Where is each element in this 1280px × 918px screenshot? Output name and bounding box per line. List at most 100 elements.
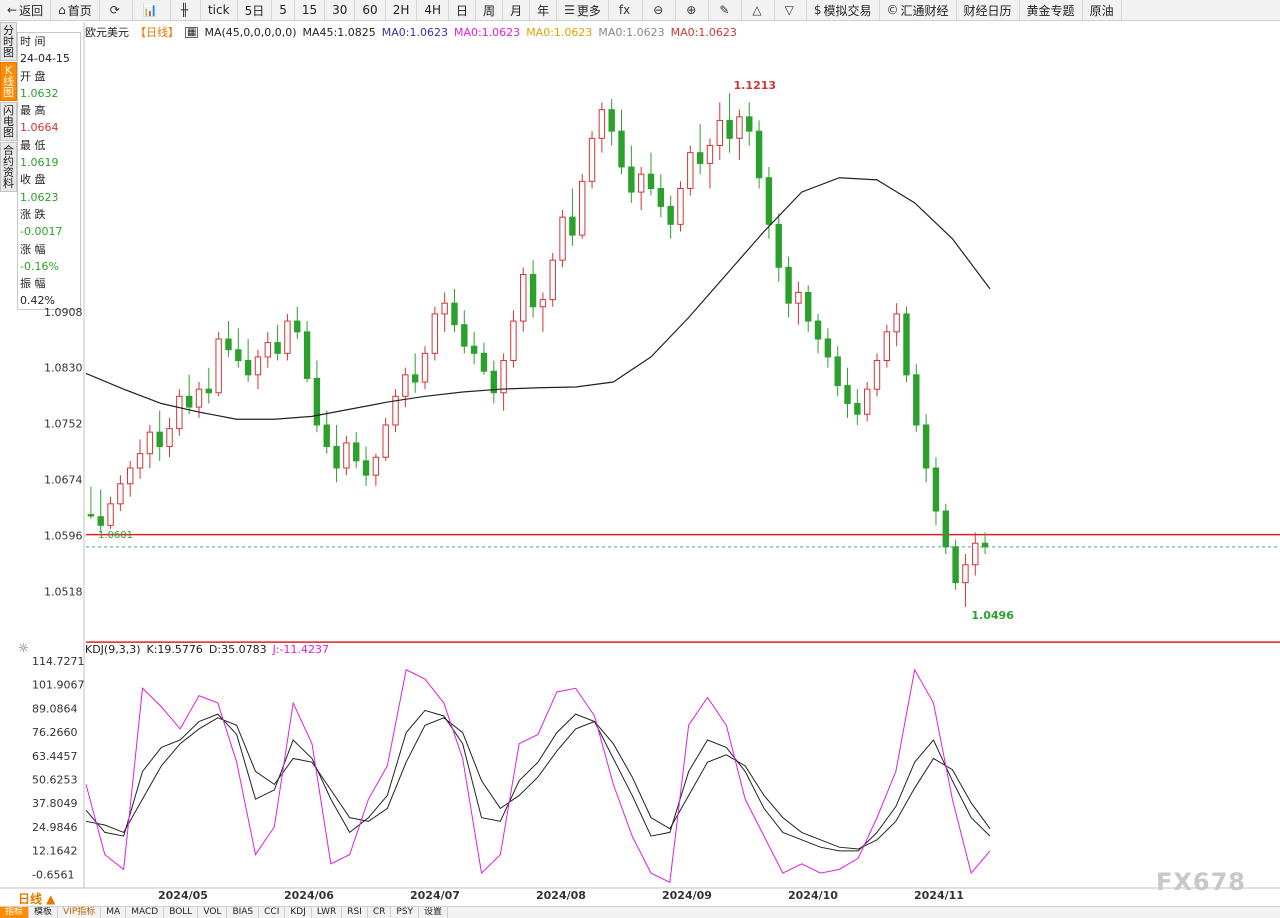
candle-body	[97, 516, 104, 526]
candle-body	[716, 119, 723, 146]
x-axis-label: 2024/07	[410, 889, 460, 902]
chart-area[interactable]: 1.0908 1.0830 1.0752 1.0674 1.0596 1.0518 114.…	[0, 0, 1280, 906]
candle-body	[755, 130, 763, 179]
candle-body	[628, 166, 635, 193]
kdj-d-line	[85, 717, 991, 850]
kdj-y-tick-label: 50.6253	[32, 774, 78, 787]
kdj-y-tick-label: -0.6561	[32, 868, 74, 881]
candle-body	[294, 320, 301, 333]
kdj-y-tick-label: 12.1642	[32, 845, 78, 858]
candle-body	[824, 338, 832, 358]
candle-body	[87, 514, 95, 517]
indicator-tab[interactable]: 模板	[29, 907, 59, 918]
candle-body	[795, 291, 802, 304]
candle-body	[313, 377, 321, 426]
kdj-y-tick-label: 76.2660	[32, 726, 78, 739]
candle-body	[372, 456, 380, 476]
indicator-tab[interactable]: MACD	[126, 907, 165, 918]
period-selector[interactable]: 日线 ▲	[18, 890, 55, 907]
high-annotation: 1.1213	[734, 79, 776, 92]
price-y-tick-label: 1.0674	[44, 473, 83, 486]
candle-body	[844, 385, 851, 405]
candle-body	[500, 360, 507, 394]
indicator-tab[interactable]: VIP指标	[58, 907, 102, 918]
candle-body	[952, 546, 959, 584]
x-axis-label: 2024/09	[662, 889, 712, 902]
indicator-tab[interactable]: BIAS	[227, 907, 260, 918]
candle-body	[146, 431, 154, 455]
candle-body	[411, 374, 419, 383]
candle-body	[323, 424, 330, 447]
candle-body	[579, 180, 586, 236]
candle-body	[402, 374, 409, 397]
candle-body	[736, 116, 743, 139]
candle-body	[765, 177, 773, 225]
indicator-tab[interactable]: RSI	[342, 907, 368, 918]
price-y-tick-label: 1.0518	[44, 585, 83, 598]
candle-body	[127, 467, 134, 485]
candle-body	[215, 338, 222, 394]
indicator-tab[interactable]: BOLL	[164, 907, 199, 918]
indicator-tabs: 指标 模板 VIP指标 MA MACD BOLL VOL BIAS CCI KDJ LWR RSI CR…	[0, 906, 1280, 918]
kdj-y-tick-label: 63.4457	[32, 750, 78, 763]
candle-body	[421, 352, 429, 383]
candle-body	[746, 116, 753, 132]
candle-body	[529, 274, 537, 308]
candle-body	[785, 266, 792, 304]
indicator-tab[interactable]: CR	[368, 907, 392, 918]
candle-body	[176, 395, 183, 430]
candle-body	[244, 360, 252, 376]
candle-body	[981, 542, 989, 548]
price-y-tick-label: 1.0752	[44, 418, 83, 431]
candle-body	[814, 320, 822, 340]
candle-body	[156, 431, 163, 447]
candle-body	[254, 356, 262, 376]
x-axis-label: 2024/10	[788, 889, 838, 902]
candle-body	[706, 145, 714, 164]
kdj-y-tick-label: 37.8049	[32, 797, 78, 810]
candle-body	[913, 374, 920, 426]
candle-body	[520, 274, 527, 322]
candle-body	[834, 356, 841, 387]
indicator-tab[interactable]: 设置	[419, 907, 449, 918]
kdj-y-tick-label: 101.9067	[32, 679, 85, 692]
candle-body	[107, 503, 114, 526]
candle-body	[284, 320, 291, 354]
kdj-y-tick-label: 89.0864	[32, 702, 78, 715]
x-axis-label: 2024/05	[158, 889, 208, 902]
candle-body	[598, 109, 606, 139]
candle-body	[274, 342, 281, 354]
candle-body	[510, 320, 517, 362]
kdj-y-tick-label: 24.9846	[32, 821, 78, 834]
candle-body	[539, 299, 547, 308]
candle-body	[205, 388, 213, 394]
candle-body	[805, 291, 812, 322]
candle-body	[117, 483, 124, 505]
indicator-tab[interactable]: 指标	[0, 907, 30, 918]
x-axis-label: 2024/06	[284, 889, 334, 902]
candle-body	[166, 428, 173, 448]
candle-body	[972, 542, 979, 566]
candle-body	[854, 403, 861, 415]
candle-body	[883, 331, 891, 362]
watermark: FX678	[1156, 868, 1246, 896]
indicator-tab[interactable]: KDJ	[285, 907, 312, 918]
candle-body	[696, 152, 704, 164]
candle-body	[657, 188, 665, 207]
kdj-y-tick-label: 114.7271	[32, 655, 85, 668]
candle-body	[343, 442, 350, 469]
indicator-tab[interactable]: MA	[101, 907, 127, 918]
indicator-tab[interactable]: VOL	[198, 907, 228, 918]
candle-body	[431, 313, 439, 354]
x-axis-label: 2024/08	[536, 889, 586, 902]
indicator-tab[interactable]: CCI	[259, 907, 286, 918]
candle-body	[647, 173, 655, 190]
candle-body	[470, 345, 478, 354]
price-y-tick-label: 1.0908	[44, 306, 83, 319]
indicator-tab[interactable]: LWR	[312, 907, 343, 918]
kdj-k-line	[85, 709, 991, 852]
candle-body	[549, 259, 556, 301]
candle-body	[195, 388, 203, 408]
indicator-tab[interactable]: PSY	[391, 907, 420, 918]
candle-body	[382, 424, 389, 458]
